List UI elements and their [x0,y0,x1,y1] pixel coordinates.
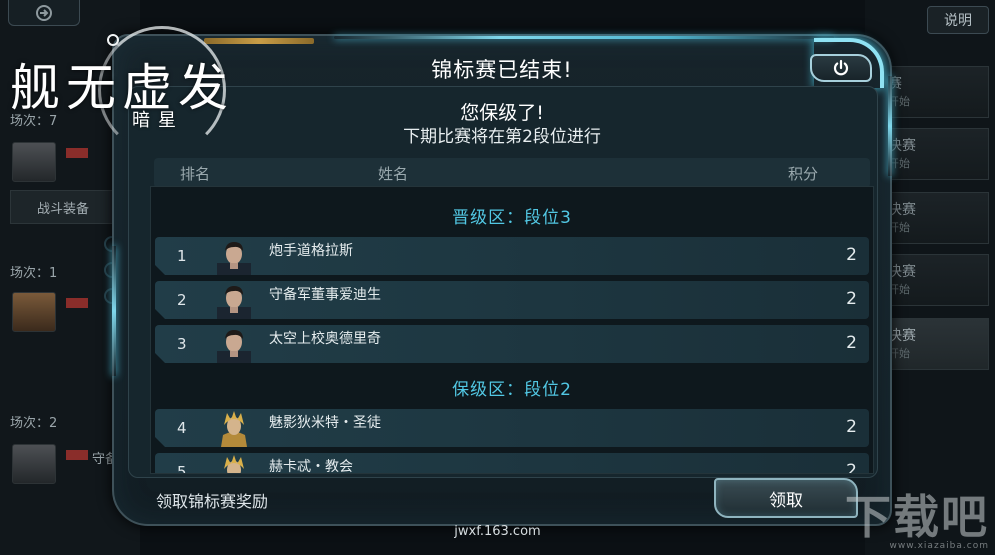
explain-button[interactable]: 说明 [927,6,989,34]
male-pilot-avatar [217,239,251,275]
male-pilot-avatar [217,327,251,363]
logo-main-text: 舰无虚发 [10,59,234,117]
bg-stage-label: 决赛 [888,202,916,218]
bg-stage-sub: 开始 [888,347,910,360]
row-player-name: 太空上校奥德里奇 [269,331,381,347]
game-logo-watermark: 舰无虚发 暗星 [10,26,300,154]
row-player-name: 炮手道格拉斯 [269,243,353,259]
table-row[interactable]: 5 赫卡忒・教会 2 [155,453,869,474]
row-score: 2 [846,245,857,265]
site-watermark: 下载吧 www.xiazaiba.com [845,493,989,551]
table-row[interactable]: 1 炮手道格拉斯 2 [155,237,869,275]
table-row[interactable]: 3 太空上校奥德里奇 2 [155,325,869,363]
frame-glow [112,246,116,376]
table-row[interactable]: 2 守备军董事爱迪生 2 [155,281,869,319]
ranking-table-header: 排名 姓名 积分 [154,158,870,188]
row-rank: 4 [177,419,187,437]
bg-flag-icon [66,450,88,460]
reward-label: 领取锦标赛奖励 [156,492,269,511]
bg-stage-sub: 开始 [888,95,910,108]
bg-stage-sub: 开始 [888,157,910,170]
row-score: 2 [846,417,857,437]
ranking-list[interactable]: 晋级区：段位3 1 炮手道格拉斯 2 2 守备军董事爱迪生 2 3 太空上校奥德… [150,186,874,474]
logo-dot [107,34,119,46]
site-watermark-text: 下载吧 [845,490,989,544]
row-rank: 5 [177,463,187,474]
column-score: 积分 [788,165,819,183]
zone-title-promotion: 晋级区：段位3 [452,208,572,228]
column-name: 姓名 [378,165,409,183]
bg-flag-icon [66,298,88,308]
bg-avatar [12,142,56,182]
exit-icon [36,4,52,21]
row-rank: 3 [177,335,187,353]
exit-button[interactable] [8,0,80,26]
row-score: 2 [846,333,857,353]
zone-title-retention: 保级区：段位2 [452,380,572,400]
bg-stage-label: 决赛 [888,138,916,154]
gold-armor-avatar [217,455,251,474]
frame-glow [334,36,834,39]
bg-stage-label: 决赛 [888,328,916,344]
bg-avatar [12,292,56,332]
male-pilot-avatar [217,283,251,319]
gold-armor-avatar [217,411,251,447]
table-row[interactable]: 4 魅影狄米特・圣徒 2 [155,409,869,447]
bg-stage-sub: 开始 [888,221,910,234]
bg-stage-label: 决赛 [888,264,916,280]
row-player-name: 守备军董事爱迪生 [269,287,381,303]
row-score: 2 [846,289,857,309]
bg-round-label: 场次：2 [10,416,58,431]
row-rank: 1 [177,247,187,265]
claim-reward-button[interactable]: 领取 [714,478,858,518]
row-player-name: 魅影狄米特・圣徒 [269,415,381,431]
row-rank: 2 [177,291,187,309]
power-icon [833,59,849,76]
bg-avatar [12,444,56,484]
bg-round-label: 场次：1 [10,266,58,281]
bg-stage-sub: 开始 [888,283,910,296]
close-button[interactable] [810,54,872,82]
row-score: 2 [846,461,857,474]
row-player-name: 赫卡忒・教会 [269,459,353,474]
logo-sub-text: 暗星 [132,110,184,131]
bg-flag-icon [66,148,88,158]
column-rank: 排名 [180,165,211,183]
